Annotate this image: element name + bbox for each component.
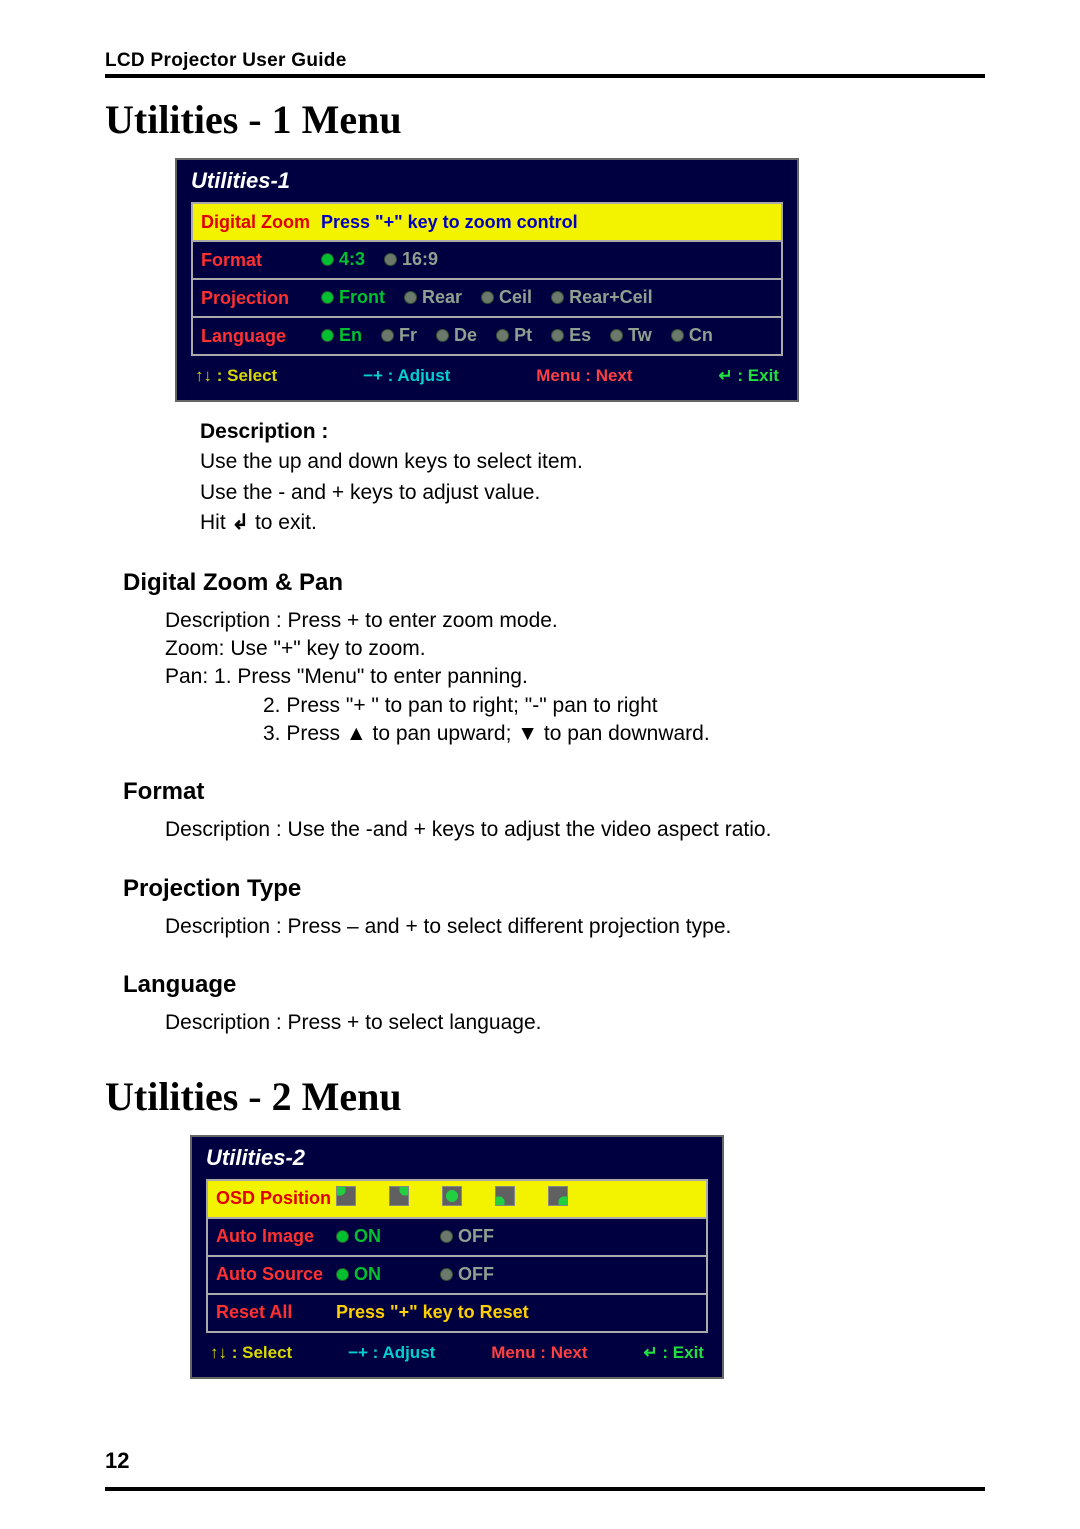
section-title-utilities-2: Utilities - 2 Menu: [105, 1073, 985, 1120]
footer-next: Menu : Next: [536, 366, 632, 386]
osd1-format-label: Format: [201, 250, 321, 271]
radio-icon: [481, 291, 494, 304]
osd2-row-auto-image[interactable]: Auto Image ON OFF: [208, 1219, 706, 1257]
projection-type-body: Description : Press – and + to select di…: [165, 913, 985, 941]
osd1-row-digital-zoom[interactable]: Digital Zoom Press "+" key to zoom contr…: [193, 204, 781, 242]
osd2-row-auto-source[interactable]: Auto Source ON OFF: [208, 1257, 706, 1295]
description-heading: Description :: [200, 420, 328, 443]
dzpan-line-4: 2. Press "+ " to pan to right; "-" pan t…: [263, 692, 985, 720]
lang-opt-de[interactable]: De: [436, 325, 477, 346]
page-bottom-rule: [105, 1487, 985, 1491]
radio-icon: [551, 291, 564, 304]
osd1-row-format[interactable]: Format 4:3 16:9: [193, 242, 781, 280]
radio-icon: [436, 329, 449, 342]
footer-exit: ↵ : Exit: [718, 366, 779, 386]
lang-opt-fr[interactable]: Fr: [381, 325, 417, 346]
radio-icon: [610, 329, 623, 342]
osd2-auto-source-label: Auto Source: [216, 1264, 336, 1285]
lang-opt-tw[interactable]: Tw: [610, 325, 652, 346]
osd1-row-language[interactable]: Language En Fr De Pt Es Tw Cn: [193, 318, 781, 354]
radio-icon: [496, 329, 509, 342]
page-number: 12: [105, 1448, 129, 1474]
radio-icon: [671, 329, 684, 342]
osd2-row-reset-all[interactable]: Reset All Press "+" key to Reset: [208, 1295, 706, 1331]
osd-position-bottom-left[interactable]: [495, 1186, 515, 1206]
radio-icon: [336, 1230, 349, 1243]
osd1-language-label: Language: [201, 326, 321, 347]
up-arrow-icon: ▲: [346, 722, 367, 745]
radio-icon: [321, 253, 334, 266]
projection-opt-rear-ceil[interactable]: Rear+Ceil: [551, 287, 653, 308]
dzpan-line-1: Description : Press + to enter zoom mode…: [165, 607, 985, 635]
osd-position-top-right[interactable]: [389, 1186, 409, 1206]
radio-icon: [404, 291, 417, 304]
heading-projection-type: Projection Type: [123, 875, 985, 903]
radio-icon: [381, 329, 394, 342]
osd-position-bottom-right[interactable]: [548, 1186, 568, 1206]
dzpan-body: Description : Press + to enter zoom mode…: [165, 607, 985, 749]
down-arrow-icon: ▼: [517, 722, 538, 745]
section-title-utilities-1: Utilities - 1 Menu: [105, 96, 985, 143]
osd2-title: Utilities-2: [192, 1137, 722, 1179]
osd2-pos-label: OSD Position: [216, 1188, 336, 1209]
format-opt-4-3[interactable]: 4:3: [321, 249, 365, 270]
description-line-1: Use the up and down keys to select item.: [200, 447, 985, 477]
osd2-reset-label: Reset All: [216, 1302, 336, 1323]
osd1-title: Utilities-1: [177, 160, 797, 202]
osd2-auto-image-label: Auto Image: [216, 1226, 336, 1247]
footer-adjust: −+ : Adjust: [348, 1343, 435, 1363]
radio-icon: [384, 253, 397, 266]
osd1-row-projection[interactable]: Projection Front Rear Ceil Rear+Ceil: [193, 280, 781, 318]
lang-opt-pt[interactable]: Pt: [496, 325, 532, 346]
radio-icon: [336, 1268, 349, 1281]
footer-exit: ↵ : Exit: [643, 1343, 704, 1363]
enter-icon: ↲: [232, 511, 250, 534]
description-block: Description : Use the up and down keys t…: [200, 417, 985, 539]
auto-source-on[interactable]: ON: [336, 1264, 381, 1285]
footer-next: Menu : Next: [491, 1343, 587, 1363]
radio-icon: [551, 329, 564, 342]
osd1-footer: ↑↓ : Select −+ : Adjust Menu : Next ↵ : …: [177, 356, 797, 400]
radio-icon: [321, 291, 334, 304]
osd1-digital-zoom-label: Digital Zoom: [201, 212, 321, 233]
osd2-reset-value: Press "+" key to Reset: [336, 1302, 698, 1323]
running-header: LCD Projector User Guide: [105, 50, 985, 78]
heading-format: Format: [123, 778, 985, 806]
dzpan-line-3: Pan: 1. Press "Menu" to enter panning.: [165, 663, 985, 691]
osd2-row-osd-position[interactable]: OSD Position: [208, 1181, 706, 1219]
radio-icon: [440, 1230, 453, 1243]
description-line-2: Use the - and + keys to adjust value.: [200, 478, 985, 508]
format-body: Description : Use the -and + keys to adj…: [165, 816, 985, 844]
radio-icon: [440, 1268, 453, 1281]
osd-utilities-1: Utilities-1 Digital Zoom Press "+" key t…: [175, 158, 799, 402]
footer-select: ↑↓ : Select: [210, 1343, 292, 1363]
osd1-digital-zoom-value: Press "+" key to zoom control: [321, 212, 773, 233]
language-body: Description : Press + to select language…: [165, 1009, 985, 1037]
osd1-body: Digital Zoom Press "+" key to zoom contr…: [191, 202, 783, 356]
radio-icon: [321, 329, 334, 342]
heading-digital-zoom-pan: Digital Zoom & Pan: [123, 569, 985, 597]
auto-image-off[interactable]: OFF: [440, 1226, 494, 1247]
osd2-body: OSD Position Auto Image ON OFF Auto Sour…: [206, 1179, 708, 1333]
osd1-projection-label: Projection: [201, 288, 321, 309]
dzpan-line-5: 3. Press ▲ to pan upward; ▼ to pan downw…: [263, 720, 985, 748]
osd-position-center[interactable]: [442, 1186, 462, 1206]
projection-opt-rear[interactable]: Rear: [404, 287, 462, 308]
format-opt-16-9[interactable]: 16:9: [384, 249, 438, 270]
auto-image-on[interactable]: ON: [336, 1226, 381, 1247]
footer-adjust: −+ : Adjust: [363, 366, 450, 386]
projection-opt-front[interactable]: Front: [321, 287, 385, 308]
footer-select: ↑↓ : Select: [195, 366, 277, 386]
dzpan-line-2: Zoom: Use "+" key to zoom.: [165, 635, 985, 663]
osd-position-top-left[interactable]: [336, 1186, 356, 1206]
lang-opt-es[interactable]: Es: [551, 325, 591, 346]
auto-source-off[interactable]: OFF: [440, 1264, 494, 1285]
heading-language: Language: [123, 971, 985, 999]
lang-opt-cn[interactable]: Cn: [671, 325, 713, 346]
lang-opt-en[interactable]: En: [321, 325, 362, 346]
osd2-footer: ↑↓ : Select −+ : Adjust Menu : Next ↵ : …: [192, 1333, 722, 1377]
projection-opt-ceil[interactable]: Ceil: [481, 287, 532, 308]
osd-utilities-2: Utilities-2 OSD Position Auto Image ON O…: [190, 1135, 724, 1379]
description-line-3: Hit ↲ to exit.: [200, 508, 985, 538]
